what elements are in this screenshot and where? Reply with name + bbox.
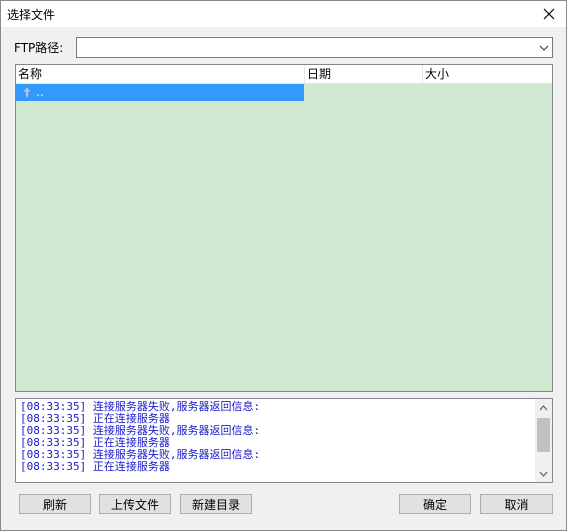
new-directory-button[interactable]: 新建目录 [180, 494, 252, 514]
dialog-title: 选择文件 [7, 8, 56, 22]
scroll-thumb[interactable] [537, 418, 550, 452]
close-icon [543, 8, 555, 20]
ok-button[interactable]: 确定 [399, 494, 471, 514]
log-lines: [08:33:35] 连接服务器失败,服务器返回信息: [08:33:35] 正… [20, 401, 530, 473]
log-line: [08:33:35] 正在连接服务器 [20, 460, 170, 473]
column-header-name[interactable]: 名称 [16, 65, 305, 83]
file-row-parent-dir[interactable]: .. [16, 84, 304, 101]
select-file-dialog: 选择文件 FTP路径: 名称 日期 大小 .. [08:33:35] 连接服务器… [0, 0, 567, 531]
file-row-name: .. [36, 85, 44, 99]
column-header-date[interactable]: 日期 [305, 65, 423, 83]
scroll-down-button[interactable] [535, 465, 552, 482]
chevron-down-icon [539, 471, 548, 477]
up-folder-icon [22, 86, 32, 98]
log-output[interactable]: [08:33:35] 连接服务器失败,服务器返回信息: [08:33:35] 正… [15, 398, 553, 483]
ftp-path-input[interactable] [79, 39, 519, 55]
close-button[interactable] [532, 1, 566, 27]
log-scrollbar[interactable] [535, 399, 552, 482]
cancel-button[interactable]: 取消 [480, 494, 553, 514]
chevron-down-icon[interactable] [538, 42, 550, 54]
refresh-button[interactable]: 刷新 [19, 494, 91, 514]
ftp-path-label: FTP路径: [14, 41, 64, 55]
chevron-up-icon [539, 404, 548, 410]
ftp-path-combobox[interactable] [76, 37, 553, 58]
scroll-up-button[interactable] [535, 399, 552, 416]
upload-file-button[interactable]: 上传文件 [99, 494, 171, 514]
title-bar[interactable]: 选择文件 [1, 1, 566, 27]
file-list[interactable]: 名称 日期 大小 .. [15, 64, 553, 392]
file-list-header: 名称 日期 大小 [16, 65, 552, 84]
column-header-size[interactable]: 大小 [423, 65, 552, 83]
